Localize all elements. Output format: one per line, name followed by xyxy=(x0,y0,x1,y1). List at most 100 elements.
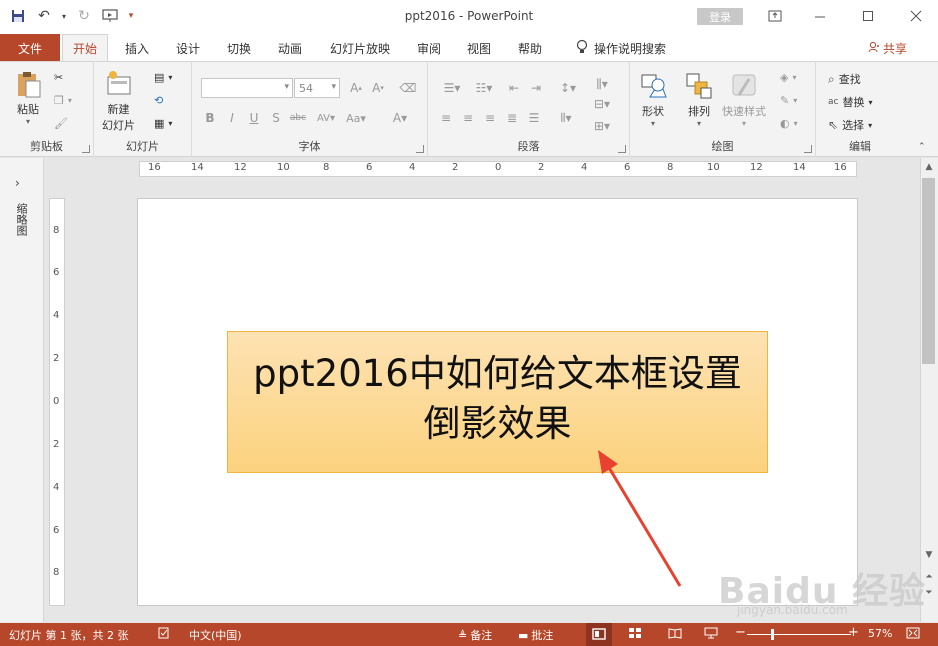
zoom-out-icon[interactable]: − xyxy=(735,625,746,640)
smartart-icon[interactable]: ⊞▾ xyxy=(590,117,614,135)
ruler-tick: 2 xyxy=(538,162,545,173)
shapes-button[interactable]: 形状 ▾ xyxy=(638,71,668,128)
tab-transitions[interactable]: 切换 xyxy=(216,34,262,62)
fit-to-window-icon[interactable] xyxy=(906,627,920,639)
cut-icon[interactable]: ✂ xyxy=(54,71,63,84)
quick-styles-button[interactable]: 快速样式 ▾ xyxy=(722,71,766,128)
zoom-slider-thumb[interactable] xyxy=(771,629,774,640)
bullets-icon[interactable]: ☰▾ xyxy=(438,79,466,97)
reset-icon[interactable]: ⟲ xyxy=(154,94,163,107)
change-case-icon[interactable]: Aa▾ xyxy=(344,109,368,127)
normal-view-button[interactable] xyxy=(586,623,612,646)
ruler-tick: 6 xyxy=(53,525,60,536)
font-color-icon[interactable]: A▾ xyxy=(388,109,412,127)
comments-button[interactable]: ▬ 批注 xyxy=(518,627,553,643)
cursor-icon: ⇖ xyxy=(828,118,839,132)
scrollbar-thumb[interactable] xyxy=(922,178,935,364)
justify-icon[interactable]: ≣ xyxy=(504,109,520,127)
italic-icon[interactable]: I xyxy=(224,109,240,127)
bold-icon[interactable]: B xyxy=(202,109,218,127)
layout-icon[interactable]: ▤ ▾ xyxy=(154,71,172,84)
slide-count: 幻灯片 第 1 张，共 2 张 xyxy=(9,629,129,642)
grow-font-icon[interactable]: A ▴ xyxy=(348,79,364,97)
increase-indent-icon[interactable]: ⇥ xyxy=(528,79,544,97)
window-title: ppt2016 - PowerPoint xyxy=(404,9,534,23)
shape-effects-icon[interactable]: ◐ ▾ xyxy=(780,117,798,130)
replace-button[interactable]: ac 替换 ▾ xyxy=(828,94,872,110)
paste-button[interactable]: 粘贴 ▾ xyxy=(13,69,43,126)
columns-icon[interactable]: ⫴▾ xyxy=(552,109,580,127)
section-icon[interactable]: ▦ ▾ xyxy=(154,117,172,130)
numbering-icon[interactable]: ☷▾ xyxy=(470,79,498,97)
ruler-tick: 8 xyxy=(667,162,674,173)
text-direction-icon[interactable]: ⫼▾ xyxy=(590,75,614,93)
align-center-icon[interactable]: ≡ xyxy=(460,109,476,127)
zoom-in-icon[interactable]: + xyxy=(848,625,859,640)
distributed-icon[interactable]: ☰ xyxy=(526,109,542,127)
copy-icon[interactable]: ❐ ▾ xyxy=(54,94,72,107)
drawing-launcher-icon[interactable] xyxy=(804,145,812,153)
minimize-icon[interactable] xyxy=(800,4,840,28)
arrange-icon xyxy=(686,73,712,99)
expand-thumbnails-icon[interactable]: › xyxy=(15,176,20,190)
shrink-font-icon[interactable]: A ▾ xyxy=(370,79,386,97)
ruler-tick: 8 xyxy=(323,162,330,173)
align-text-icon[interactable]: ⊟▾ xyxy=(590,95,614,113)
shadow-icon[interactable]: S xyxy=(268,109,284,127)
underline-icon[interactable]: U xyxy=(246,109,262,127)
ruler-tick: 14 xyxy=(191,162,204,173)
align-left-icon[interactable]: ≡ xyxy=(438,109,454,127)
tab-design[interactable]: 设计 xyxy=(165,34,211,62)
close-icon[interactable] xyxy=(896,4,936,28)
zoom-slider[interactable] xyxy=(747,634,851,635)
ruler-tick: 6 xyxy=(624,162,631,173)
align-right-icon[interactable]: ≡ xyxy=(482,109,498,127)
shape-fill-icon[interactable]: ◈ ▾ xyxy=(780,71,796,84)
scroll-down-icon[interactable]: ▼ xyxy=(922,548,936,562)
baidu-watermark-url: jingyan.baidu.com xyxy=(737,603,848,617)
arrange-button[interactable]: 排列 ▾ xyxy=(684,71,714,128)
maximize-icon[interactable] xyxy=(848,4,888,28)
scroll-up-icon[interactable]: ▲ xyxy=(922,160,936,174)
collapse-ribbon-icon[interactable]: ⌃ xyxy=(918,142,926,152)
ruler-tick: 2 xyxy=(452,162,459,173)
reading-view-icon[interactable] xyxy=(668,627,682,639)
decrease-indent-icon[interactable]: ⇤ xyxy=(506,79,522,97)
slide-sorter-icon[interactable] xyxy=(628,627,642,639)
select-button[interactable]: ⇖ 选择 ▾ xyxy=(828,117,872,133)
tab-view[interactable]: 视图 xyxy=(456,34,502,62)
notes-button[interactable]: ≜ 备注 xyxy=(458,627,492,643)
share-button[interactable]: 共享 xyxy=(868,40,907,57)
font-name-combo[interactable]: ▾ xyxy=(201,78,293,98)
tab-home[interactable]: 开始 xyxy=(62,34,108,62)
tab-file[interactable]: 文件 xyxy=(0,34,60,62)
tab-help[interactable]: 帮助 xyxy=(507,34,553,62)
slideshow-view-icon[interactable] xyxy=(704,627,718,639)
new-slide-button[interactable]: 新建 幻灯片 xyxy=(102,69,135,133)
ribbon-display-options-icon[interactable] xyxy=(755,4,795,28)
ruler-tick: 8 xyxy=(53,225,60,236)
clipboard-launcher-icon[interactable] xyxy=(82,145,90,153)
tab-slideshow[interactable]: 幻灯片放映 xyxy=(322,34,398,62)
language-indicator[interactable]: 中文(中国) xyxy=(189,627,242,643)
format-painter-icon[interactable]: 🖌 xyxy=(54,117,68,130)
font-launcher-icon[interactable] xyxy=(416,145,424,153)
font-size-combo[interactable]: 54 ▾ xyxy=(294,78,340,98)
ruler-tick: 6 xyxy=(366,162,373,173)
shape-outline-icon[interactable]: ✎ ▾ xyxy=(780,94,797,107)
char-spacing-icon[interactable]: AV▾ xyxy=(314,109,338,127)
clear-formatting-icon[interactable]: ⌫ xyxy=(400,79,417,97)
find-button[interactable]: ⌕ 查找 xyxy=(828,71,861,87)
paragraph-launcher-icon[interactable] xyxy=(618,145,626,153)
tab-insert[interactable]: 插入 xyxy=(114,34,160,62)
login-button[interactable]: 登录 xyxy=(697,8,743,25)
tell-me-search[interactable]: 操作说明搜索 xyxy=(566,34,676,62)
ruler-tick: 0 xyxy=(495,162,502,173)
tab-review[interactable]: 审阅 xyxy=(406,34,452,62)
replace-icon: ac xyxy=(828,97,839,107)
line-spacing-icon[interactable]: ↕▾ xyxy=(554,79,582,97)
strikethrough-icon[interactable]: abc xyxy=(290,109,306,127)
tab-animations[interactable]: 动画 xyxy=(267,34,313,62)
spell-check-icon[interactable] xyxy=(158,627,170,639)
zoom-level[interactable]: 57% xyxy=(868,627,892,640)
